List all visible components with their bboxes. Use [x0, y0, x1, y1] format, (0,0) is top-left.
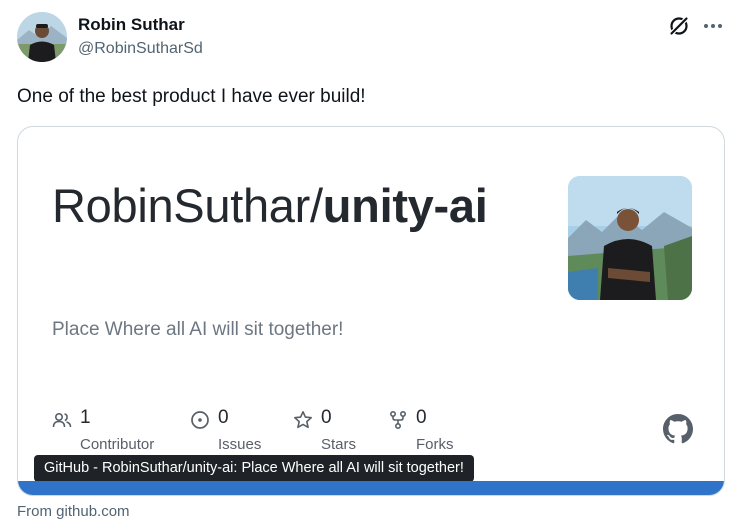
grok-icon[interactable] — [667, 14, 691, 38]
stat-label: Issues — [218, 436, 262, 453]
post-text: One of the best product I have ever buil… — [17, 86, 366, 107]
repo-owner-avatar — [568, 176, 692, 300]
stat-label: Forks — [416, 436, 454, 453]
stat-label: Contributor — [80, 436, 155, 453]
github-icon — [663, 414, 693, 444]
fork-icon — [388, 410, 408, 430]
author-name[interactable]: Robin Suthar — [78, 15, 185, 35]
stat-value: 1 — [80, 407, 91, 428]
author-handle[interactable]: @RobinSutharSd — [78, 40, 203, 58]
stat-label: Stars — [321, 436, 357, 453]
people-icon — [52, 410, 72, 430]
post: Robin Suthar @RobinSutharSd One of the b… — [0, 0, 738, 527]
repo-title: RobinSuthar/unity-ai — [52, 177, 542, 235]
link-tooltip: GitHub - RobinSuthar/unity-ai: Place Whe… — [34, 455, 474, 482]
stat-value: 0 — [218, 407, 229, 428]
star-icon — [293, 410, 313, 430]
repo-owner: RobinSuthar/ — [52, 179, 323, 232]
issue-icon — [190, 410, 210, 430]
stat-value: 0 — [321, 407, 332, 428]
repo-description: Place Where all AI will sit together! — [52, 319, 344, 340]
more-icon[interactable] — [702, 14, 724, 38]
stat-value: 0 — [416, 407, 427, 428]
link-card[interactable]: RobinSuthar/unity-ai Place Where all AI … — [17, 126, 725, 496]
card-source-link[interactable]: From github.com — [17, 503, 130, 520]
card-accent-bar — [18, 481, 724, 495]
author-avatar[interactable] — [17, 12, 67, 62]
repo-name: unity-ai — [322, 179, 488, 232]
